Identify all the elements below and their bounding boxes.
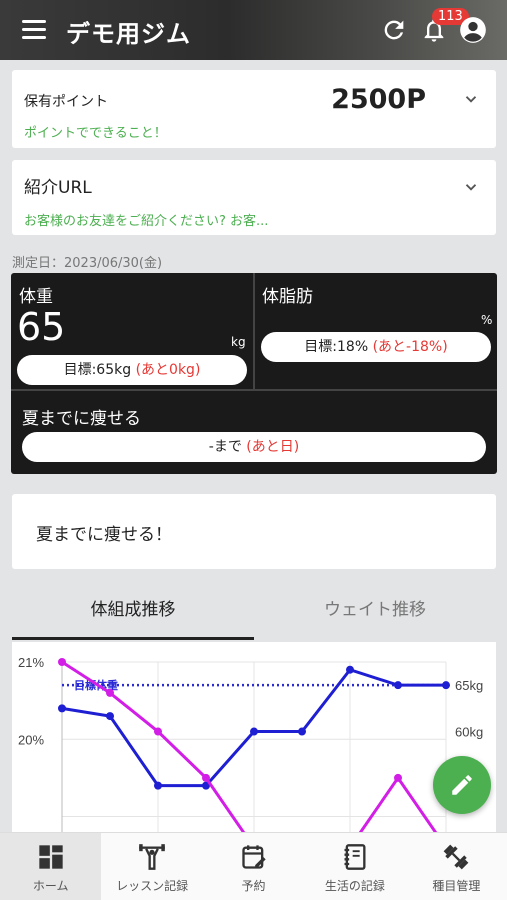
edit-fab-button[interactable] (433, 756, 491, 814)
weightlifter-icon (139, 844, 165, 870)
notebook-icon (344, 844, 366, 870)
body-fat-label: 体脂肪 (262, 287, 313, 307)
series-point-0 (346, 665, 354, 674)
dumbbell-icon (443, 844, 469, 870)
nav-lesson-record[interactable]: レッスン記録 (101, 833, 202, 900)
weight-goal-pill: 目標:65kg (あと0kg) (17, 355, 247, 385)
series-point-0 (154, 781, 162, 790)
right-axis-tick-label: 65kg (455, 678, 483, 693)
nav-reservation[interactable]: 予約 (203, 833, 304, 900)
body-fat-unit: % (481, 313, 493, 327)
left-axis-tick-label: 21% (18, 655, 44, 670)
nav-life-record[interactable]: 生活の記録 (304, 833, 405, 900)
home-grid-icon (39, 845, 63, 869)
body-fat-goal-text: 目標:18% (304, 339, 369, 355)
points-label: 保有ポイント (24, 94, 108, 110)
series-point-0 (250, 727, 258, 736)
refresh-icon[interactable] (380, 16, 408, 44)
weight-goal-remaining: (あと0kg) (135, 362, 201, 378)
body-stats-panel: 体重 65 kg 目標:65kg (あと0kg) 体脂肪 % 目標:18% (あ… (11, 273, 497, 474)
series-point-0 (298, 727, 306, 736)
tab-weight-progress[interactable]: ウェイト推移 (254, 590, 496, 640)
chart-tabs: 体組成推移 ウェイト推移 (12, 590, 496, 640)
nav-lesson-record-label: レッスン記録 (116, 879, 189, 893)
nav-home[interactable]: ホーム (0, 833, 102, 900)
weight-unit: kg (231, 335, 246, 349)
goal-deadline-label: 夏までに痩せる (22, 409, 141, 429)
calendar-edit-icon (241, 845, 266, 869)
series-point-1 (154, 727, 162, 736)
stats-divider (11, 389, 497, 391)
goal-text: 夏までに痩せる！ (36, 525, 172, 545)
bottom-navigation: ホーム レッスン記録 予約 生活の記録 種目管理 (0, 832, 507, 900)
goal-deadline-remaining: (あと日) (246, 439, 300, 455)
tab-body-composition[interactable]: 体組成推移 (12, 590, 254, 640)
goal-text-card: 夏までに痩せる！ (12, 494, 496, 569)
series-point-0 (106, 712, 114, 721)
body-composition-chart: 21% 20% 65kg 60kg 目標体重 (12, 642, 496, 842)
nav-exercise-management[interactable]: 種目管理 (406, 833, 507, 900)
weight-goal-text: 目標:65kg (63, 362, 132, 378)
series-point-0 (58, 704, 66, 713)
points-value: 2500P (331, 84, 426, 115)
points-card[interactable]: 保有ポイント 2500P ポイントでできること！ (12, 70, 496, 148)
left-axis-tick-label: 20% (18, 732, 44, 747)
chevron-down-icon[interactable] (462, 178, 480, 196)
goal-deadline-pill: -まで (あと日) (22, 432, 486, 462)
series-point-1 (106, 688, 114, 697)
chevron-down-icon[interactable] (462, 90, 480, 108)
chart-canvas: 21%20%65kg60kg目標体重 (18, 655, 483, 842)
points-info-link[interactable]: ポイントでできること！ (24, 122, 167, 141)
nav-life-record-label: 生活の記録 (324, 879, 385, 893)
hamburger-menu-icon[interactable] (22, 20, 46, 40)
series-point-0 (394, 681, 402, 690)
series-point-1 (202, 773, 210, 782)
series-point-0 (442, 681, 450, 690)
app-header: デモ用ジム 113 (0, 0, 507, 60)
stats-divider (253, 273, 255, 389)
nav-exercise-management-label: 種目管理 (432, 879, 481, 893)
account-icon[interactable] (459, 16, 487, 44)
nav-home-label: ホーム (32, 879, 69, 893)
measurement-date: 測定日：2023/06/30(金) (12, 256, 163, 271)
referral-label: 紹介URL (24, 178, 92, 198)
pen-icon (452, 775, 472, 795)
body-fat-goal-pill: 目標:18% (あと-18%) (261, 332, 491, 362)
referral-link[interactable]: お客様のお友達をご紹介ください? お客... (24, 210, 268, 229)
weight-label: 体重 (19, 287, 53, 307)
goal-deadline-until: -まで (208, 439, 242, 455)
body-fat-goal-remaining: (あと-18%) (372, 339, 448, 355)
right-axis-tick-label: 60kg (455, 725, 483, 740)
weight-value: 65 (17, 305, 66, 349)
nav-reservation-label: 予約 (241, 879, 266, 893)
series-point-1 (394, 773, 402, 782)
app-title: デモ用ジム (66, 20, 191, 48)
referral-card[interactable]: 紹介URL お客様のお友達をご紹介ください? お客... (12, 160, 496, 235)
series-point-1 (58, 658, 66, 666)
